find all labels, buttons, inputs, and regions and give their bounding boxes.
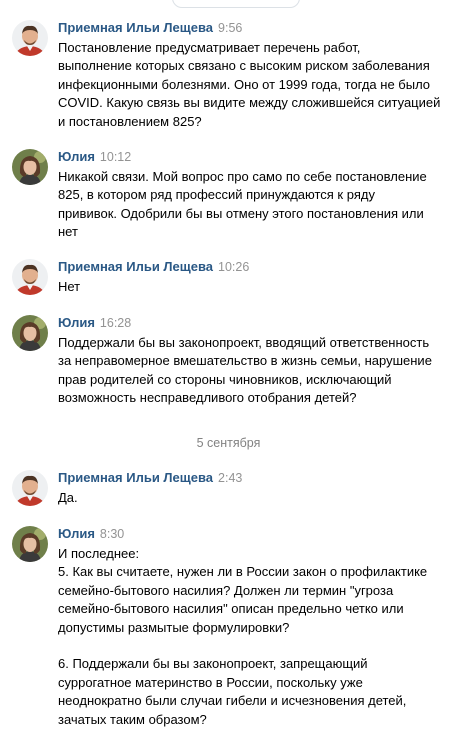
message-text: И последнее: 5. Как вы считаете, нужен л…	[58, 546, 428, 727]
message-time[interactable]: 10:26	[218, 260, 249, 274]
date-separator: 5 сентября	[196, 436, 261, 450]
message-header: Приемная Ильи Лещева 10:26	[58, 259, 249, 275]
message-time[interactable]: 9:56	[218, 21, 242, 35]
man-avatar[interactable]	[12, 20, 48, 56]
woman-avatar[interactable]	[12, 149, 48, 185]
author-name[interactable]: Юлия	[58, 315, 95, 330]
message-time[interactable]: 8:30	[100, 527, 124, 541]
message-header: Юлия 10:12	[58, 149, 131, 165]
man-avatar[interactable]	[12, 470, 48, 506]
message-time[interactable]: 10:12	[100, 150, 131, 164]
author-name[interactable]: Юлия	[58, 149, 95, 164]
message-header: Приемная Ильи Лещева 2:43	[58, 470, 242, 486]
message-header: Юлия 16:28	[58, 315, 131, 331]
message-header: Приемная Ильи Лещева 9:56	[58, 20, 242, 36]
message-text: Никакой связи. Мой вопрос про само по се…	[58, 169, 427, 240]
author-name[interactable]: Приемная Ильи Лещева	[58, 259, 213, 274]
message-header: Юлия 8:30	[58, 526, 124, 542]
author-name[interactable]: Приемная Ильи Лещева	[58, 470, 213, 485]
man-avatar[interactable]	[12, 259, 48, 295]
author-name[interactable]: Приемная Ильи Лещева	[58, 20, 213, 35]
message-text: Поддержали бы вы законопроект, вводящий …	[58, 335, 432, 406]
message-text: Да.	[58, 490, 78, 505]
author-name[interactable]: Юлия	[58, 526, 95, 541]
woman-avatar[interactable]	[12, 315, 48, 351]
woman-avatar[interactable]	[12, 526, 48, 562]
message-time[interactable]: 16:28	[100, 316, 131, 330]
message-text: Нет	[58, 279, 81, 294]
message-time[interactable]: 2:43	[218, 471, 242, 485]
message-text: Постановление предусматривает перечень р…	[58, 40, 441, 129]
top-date-pill[interactable]	[172, 0, 300, 8]
